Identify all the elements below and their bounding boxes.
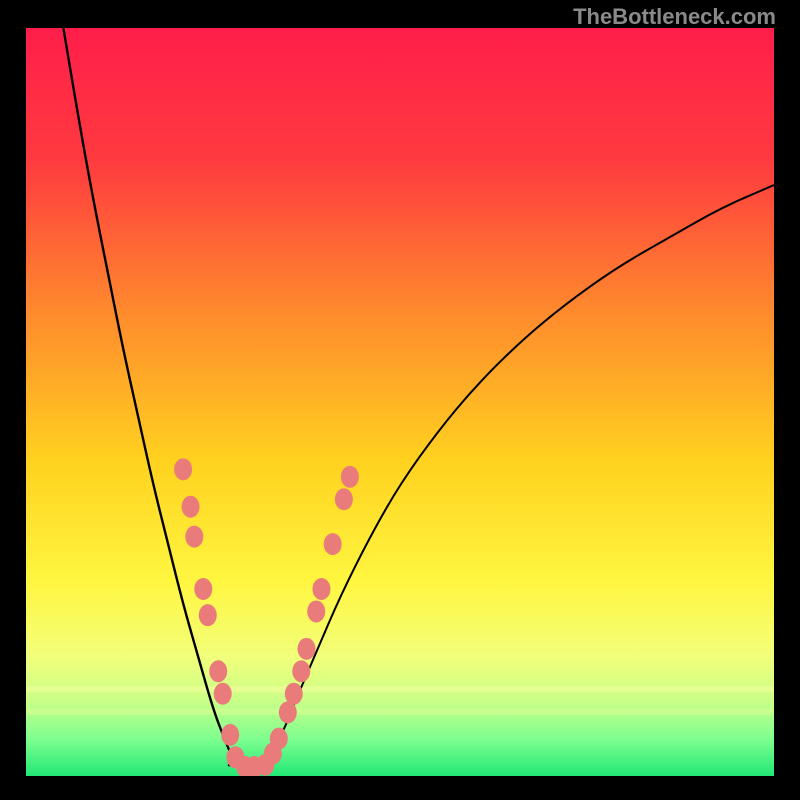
marker-dot — [335, 488, 353, 510]
marker-dot — [307, 600, 325, 622]
valley-band-2 — [26, 709, 774, 715]
marker-dot — [312, 578, 330, 600]
marker-dot — [209, 660, 227, 682]
marker-dot — [298, 638, 316, 660]
marker-dot — [174, 458, 192, 480]
chart-svg — [26, 28, 774, 776]
marker-dot — [221, 724, 239, 746]
watermark-text: TheBottleneck.com — [573, 4, 776, 30]
marker-dot — [182, 496, 200, 518]
marker-dot — [185, 526, 203, 548]
chart-stage: TheBottleneck.com — [0, 0, 800, 800]
marker-dot — [292, 660, 310, 682]
marker-dot — [199, 604, 217, 626]
marker-dot — [324, 533, 342, 555]
marker-dot — [214, 683, 232, 705]
marker-dot — [279, 701, 297, 723]
marker-dot — [341, 466, 359, 488]
marker-dot — [194, 578, 212, 600]
gradient-background — [26, 28, 774, 776]
marker-dot — [285, 683, 303, 705]
valley-band-1 — [26, 686, 774, 692]
marker-dot — [270, 728, 288, 750]
chart-plot-area — [26, 28, 774, 776]
